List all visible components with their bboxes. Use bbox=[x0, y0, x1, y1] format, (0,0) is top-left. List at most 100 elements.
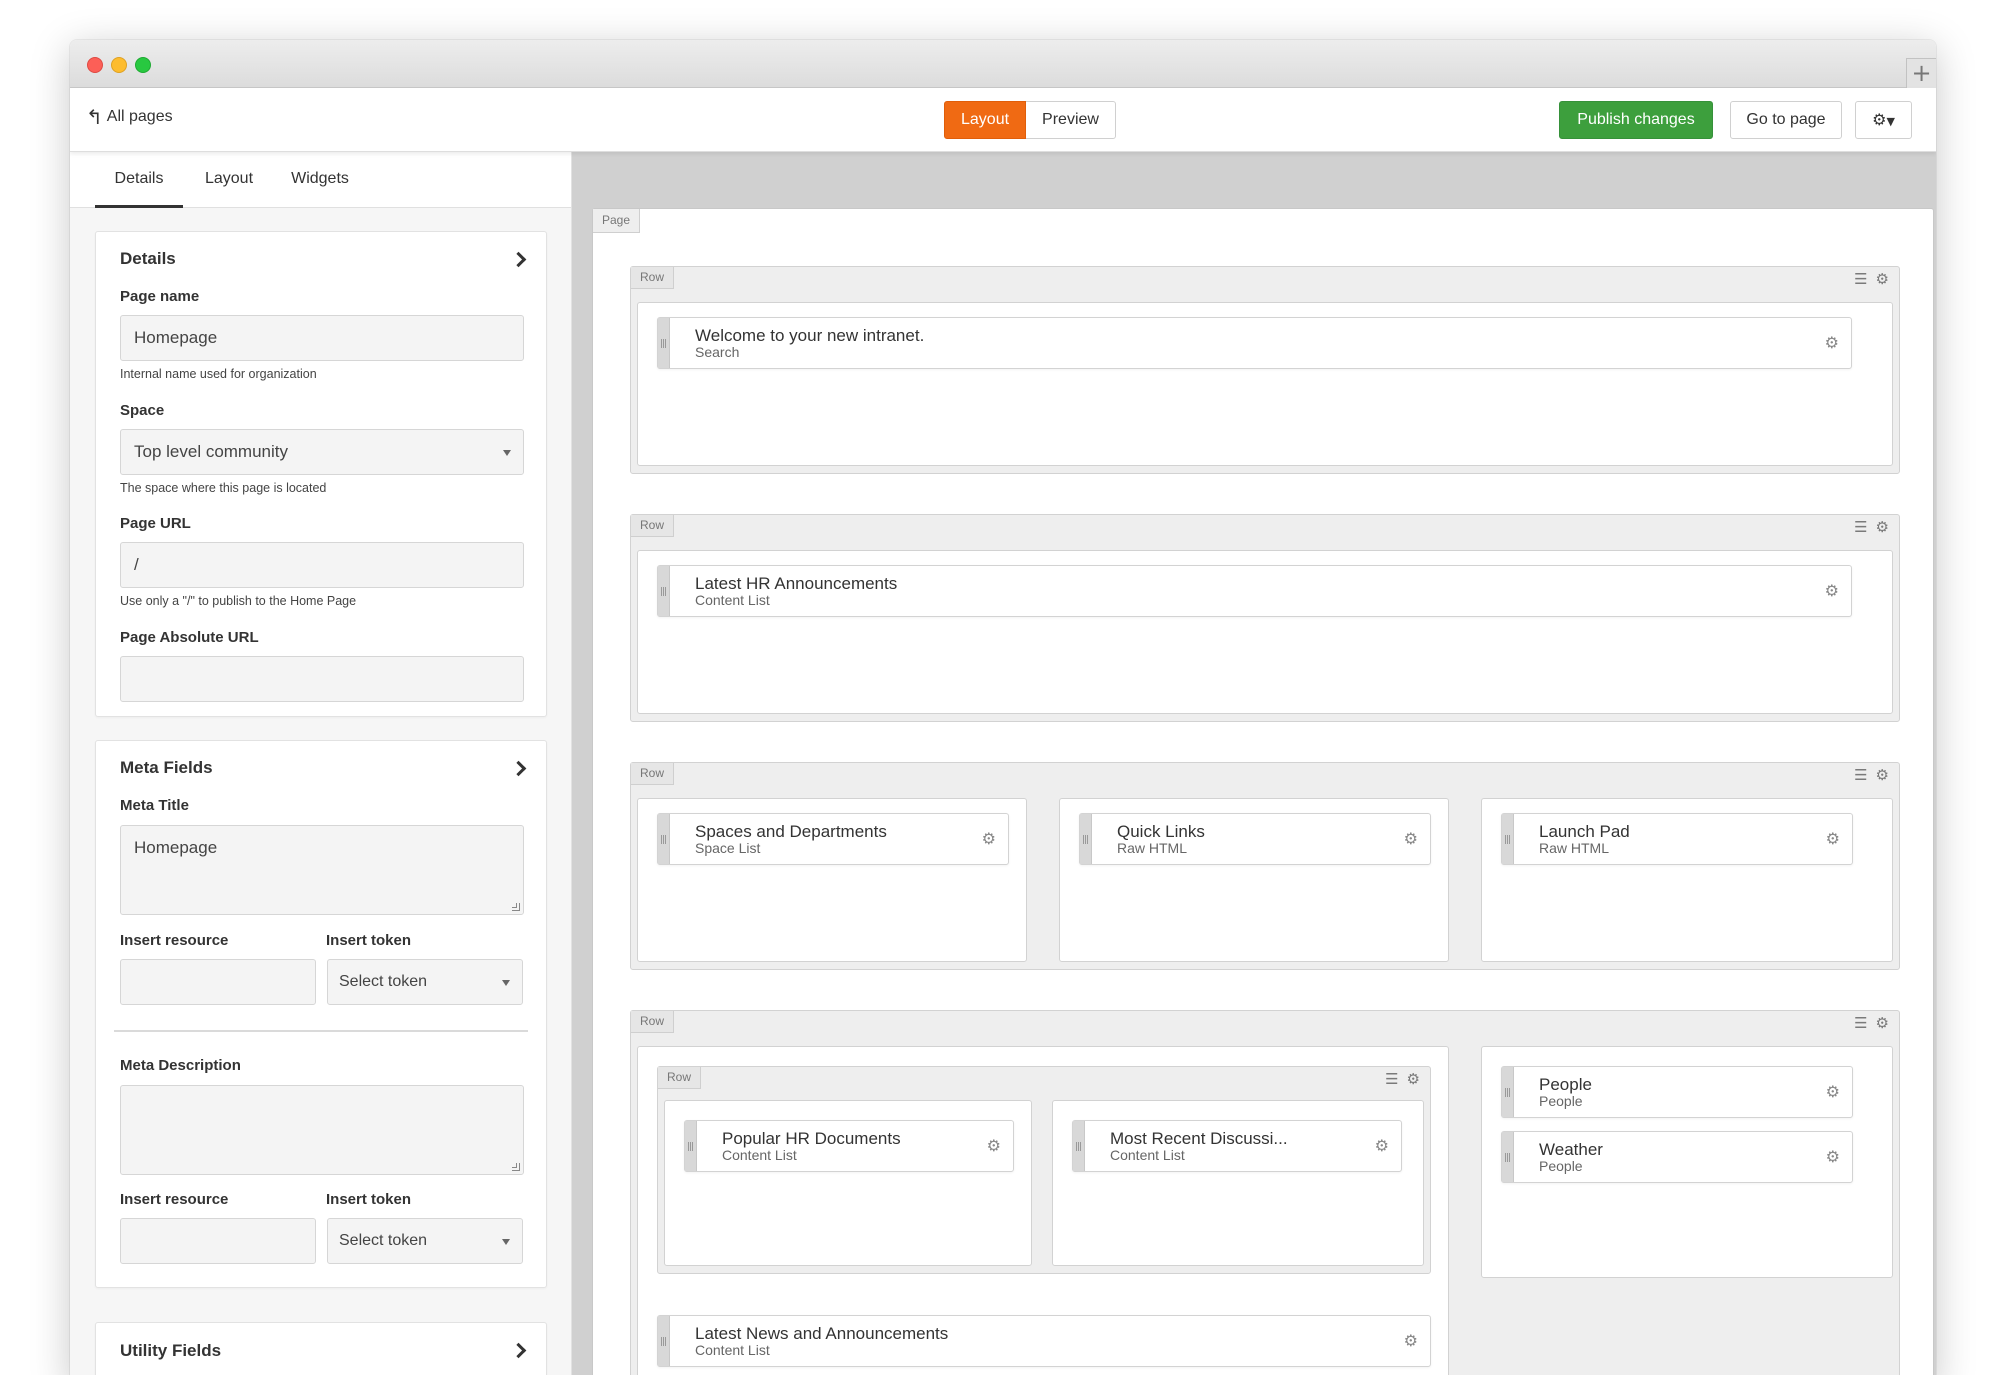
menu-icon[interactable]: ☰ bbox=[1854, 519, 1867, 535]
tab-layout[interactable]: Layout bbox=[193, 152, 265, 208]
layout-column: Popular HR Documents Content List ⚙ bbox=[664, 1100, 1032, 1266]
layout-mode-button[interactable]: Layout bbox=[944, 101, 1027, 139]
widget-title: Latest News and Announcements bbox=[695, 1324, 949, 1343]
page-url-input[interactable]: / bbox=[120, 542, 524, 588]
gear-icon[interactable]: ⚙ bbox=[1407, 1071, 1420, 1087]
drag-handle-icon[interactable] bbox=[1502, 814, 1514, 864]
layout-row[interactable]: Row ☰ ⚙ Welcome to your new intranet. Sea… bbox=[630, 266, 1900, 474]
menu-icon[interactable]: ☰ bbox=[1854, 271, 1867, 287]
row-tools: ☰ ⚙ bbox=[1854, 271, 1889, 287]
widget-card[interactable]: Popular HR Documents Content List ⚙ bbox=[684, 1120, 1014, 1172]
plus-icon[interactable]: + bbox=[1906, 58, 1936, 88]
insert-resource-label: Insert resource bbox=[120, 932, 229, 949]
space-select[interactable]: Top level community bbox=[120, 429, 524, 475]
maximize-window-button[interactable] bbox=[135, 57, 151, 73]
widget-card[interactable]: Spaces and Departments Space List ⚙ bbox=[657, 813, 1009, 865]
widget-card[interactable]: Quick Links Raw HTML ⚙ bbox=[1079, 813, 1431, 865]
insert-resource-label: Insert resource bbox=[120, 1191, 229, 1208]
tab-details[interactable]: Details bbox=[95, 152, 183, 208]
widget-type: Content List bbox=[695, 1342, 770, 1358]
widget-title: Most Recent Discussi... bbox=[1110, 1129, 1288, 1148]
close-window-button[interactable] bbox=[87, 57, 103, 73]
gear-icon[interactable]: ⚙ bbox=[1826, 829, 1840, 848]
drag-handle-icon[interactable] bbox=[1502, 1132, 1514, 1182]
gear-icon[interactable]: ⚙ bbox=[1825, 581, 1839, 600]
gear-icon[interactable]: ⚙ bbox=[1826, 1082, 1840, 1101]
caret-down-icon bbox=[502, 980, 510, 986]
space-label: Space bbox=[120, 402, 165, 419]
widget-title: Popular HR Documents bbox=[722, 1129, 901, 1148]
layout-row[interactable]: Row ☰ ⚙ Latest HR Announcements Content L… bbox=[630, 514, 1900, 722]
page-name-input[interactable]: Homepage bbox=[120, 315, 524, 361]
widget-card[interactable]: Launch Pad Raw HTML ⚙ bbox=[1501, 813, 1853, 865]
utility-fields-title: Utility Fields bbox=[120, 1341, 222, 1360]
settings-dropdown-button[interactable]: ⚙▼ bbox=[1855, 101, 1912, 139]
insert-token-label: Insert token bbox=[326, 932, 412, 949]
insert-resource-input[interactable] bbox=[120, 959, 316, 1005]
meta-fields-panel: Meta Fields Meta Title Homepage Insert r… bbox=[95, 740, 547, 1288]
menu-icon[interactable]: ☰ bbox=[1854, 1015, 1867, 1031]
meta-title-label: Meta Title bbox=[120, 797, 189, 814]
resize-handle-icon[interactable] bbox=[512, 1163, 520, 1171]
insert-token-label: Insert token bbox=[326, 1191, 412, 1208]
meta-description-textarea[interactable] bbox=[120, 1085, 524, 1175]
gear-icon[interactable]: ⚙ bbox=[1876, 1015, 1889, 1031]
widget-card[interactable]: Weather People ⚙ bbox=[1501, 1131, 1853, 1183]
chevron-right-icon[interactable] bbox=[510, 251, 527, 268]
gear-icon[interactable]: ⚙ bbox=[1876, 519, 1889, 535]
insert-resource-input[interactable] bbox=[120, 1218, 316, 1264]
gear-icon[interactable]: ⚙ bbox=[1404, 1331, 1418, 1350]
menu-icon[interactable]: ☰ bbox=[1385, 1071, 1398, 1087]
nested-row[interactable]: Row ☰ ⚙ Popular HR Documents Content List… bbox=[657, 1066, 1431, 1274]
gear-icon[interactable]: ⚙ bbox=[1876, 271, 1889, 287]
gear-icon[interactable]: ⚙ bbox=[982, 829, 996, 848]
gear-icon[interactable]: ⚙ bbox=[1375, 1136, 1389, 1155]
gear-icon[interactable]: ⚙ bbox=[1876, 767, 1889, 783]
menu-icon[interactable]: ☰ bbox=[1854, 767, 1867, 783]
gear-icon[interactable]: ⚙ bbox=[1825, 333, 1839, 352]
drag-handle-icon[interactable] bbox=[658, 814, 670, 864]
widget-type: Content List bbox=[695, 592, 770, 608]
widget-card[interactable]: Most Recent Discussi... Content List ⚙ bbox=[1072, 1120, 1402, 1172]
widget-title: People bbox=[1539, 1075, 1592, 1094]
all-pages-link[interactable]: ↰ All pages bbox=[86, 105, 173, 129]
widget-type: People bbox=[1539, 1158, 1583, 1174]
insert-token-select[interactable]: Select token bbox=[327, 1218, 523, 1264]
insert-token-select[interactable]: Select token bbox=[327, 959, 523, 1005]
drag-handle-icon[interactable] bbox=[1073, 1121, 1085, 1171]
chevron-right-icon[interactable] bbox=[510, 760, 527, 777]
row-tag: Row bbox=[631, 763, 675, 785]
widget-title: Quick Links bbox=[1117, 822, 1205, 841]
caret-down-icon: ▼ bbox=[1886, 115, 1895, 128]
reply-arrow-icon: ↰ bbox=[86, 105, 103, 129]
resize-handle-icon[interactable] bbox=[512, 903, 520, 911]
drag-handle-icon[interactable] bbox=[658, 1316, 670, 1366]
drag-handle-icon[interactable] bbox=[685, 1121, 697, 1171]
layout-column: People People ⚙ Weather People ⚙ bbox=[1481, 1046, 1893, 1278]
go-to-page-button[interactable]: Go to page bbox=[1730, 101, 1842, 139]
meta-title-textarea[interactable]: Homepage bbox=[120, 825, 524, 915]
preview-mode-button[interactable]: Preview bbox=[1026, 101, 1116, 139]
drag-handle-icon[interactable] bbox=[1080, 814, 1092, 864]
drag-handle-icon[interactable] bbox=[1502, 1067, 1514, 1117]
gear-icon: ⚙ bbox=[1872, 110, 1887, 129]
absolute-url-input[interactable] bbox=[120, 656, 524, 702]
gear-icon[interactable]: ⚙ bbox=[987, 1136, 1001, 1155]
gear-icon[interactable]: ⚙ bbox=[1404, 829, 1418, 848]
page-url-label: Page URL bbox=[120, 515, 191, 532]
drag-handle-icon[interactable] bbox=[658, 318, 670, 368]
tab-widgets[interactable]: Widgets bbox=[275, 152, 365, 208]
widget-card[interactable]: Latest HR Announcements Content List ⚙ bbox=[657, 565, 1852, 617]
meta-description-label: Meta Description bbox=[120, 1057, 241, 1074]
gear-icon[interactable]: ⚙ bbox=[1826, 1147, 1840, 1166]
minimize-window-button[interactable] bbox=[111, 57, 127, 73]
widget-card[interactable]: Latest News and Announcements Content Li… bbox=[657, 1315, 1431, 1367]
widget-card[interactable]: People People ⚙ bbox=[1501, 1066, 1853, 1118]
layout-row[interactable]: Row ☰ ⚙ Row ☰ ⚙ Popular HR Documents Conte… bbox=[630, 1010, 1900, 1375]
layout-row[interactable]: Row ☰ ⚙ Spaces and Departments Space List… bbox=[630, 762, 1900, 970]
utility-fields-panel: Utility Fields bbox=[95, 1322, 547, 1375]
chevron-right-icon[interactable] bbox=[510, 1342, 527, 1359]
publish-changes-button[interactable]: Publish changes bbox=[1559, 101, 1713, 139]
drag-handle-icon[interactable] bbox=[658, 566, 670, 616]
widget-card[interactable]: Welcome to your new intranet. Search ⚙ bbox=[657, 317, 1852, 369]
